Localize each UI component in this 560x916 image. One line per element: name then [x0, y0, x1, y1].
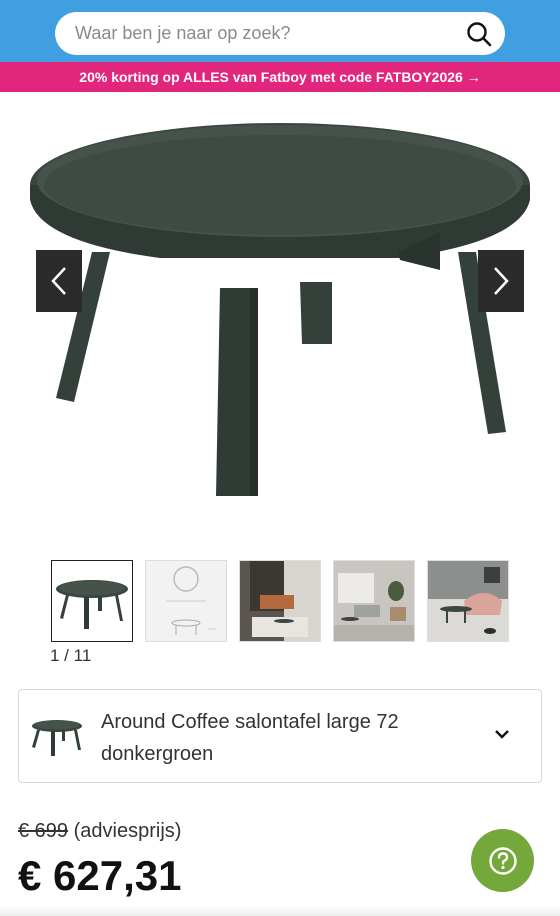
- search-icon[interactable]: [465, 20, 493, 48]
- next-image-button[interactable]: [478, 250, 524, 312]
- header: [0, 0, 560, 62]
- help-button[interactable]: [471, 829, 534, 892]
- variant-selector[interactable]: Around Coffee salontafel large 72 donker…: [18, 689, 542, 783]
- search-input[interactable]: [75, 12, 455, 55]
- promo-banner[interactable]: 20% korting op ALLES van Fatboy met code…: [0, 62, 560, 92]
- chevron-down-icon[interactable]: [493, 728, 511, 740]
- thumbnail-image: [334, 561, 414, 641]
- previous-image-button[interactable]: [36, 250, 82, 312]
- thumbnail-image: [428, 561, 508, 641]
- thumbnail-image: [240, 561, 320, 641]
- variant-image: [32, 720, 82, 756]
- thumbnail-2[interactable]: [145, 560, 227, 642]
- thumbnail-3[interactable]: [239, 560, 321, 642]
- thumbnail-1[interactable]: [51, 560, 133, 642]
- product-gallery[interactable]: [0, 92, 560, 550]
- product-image: [30, 123, 530, 496]
- search-bar[interactable]: [55, 12, 505, 55]
- thumbnail-strip: [0, 560, 560, 644]
- chevron-left-icon: [51, 267, 66, 295]
- thumbnail-5[interactable]: [427, 560, 509, 642]
- bottom-shadow: [0, 906, 560, 916]
- image-counter: 1 / 11: [50, 646, 92, 665]
- old-price-value: € 699: [18, 820, 69, 842]
- chevron-right-icon: [494, 267, 509, 295]
- help-icon: [488, 846, 517, 875]
- thumbnail-4[interactable]: [333, 560, 415, 642]
- current-price: € 627,31: [18, 852, 182, 899]
- promo-text: 20% korting op ALLES van Fatboy met code…: [79, 69, 481, 85]
- recommended-price: € 699 (adviesprijs): [18, 820, 181, 843]
- variant-name: Around Coffee salontafel large 72 donker…: [101, 711, 399, 765]
- old-price-label: (adviesprijs): [68, 820, 182, 842]
- thumbnail-image: [56, 580, 128, 629]
- thumbnail-image: [166, 566, 216, 635]
